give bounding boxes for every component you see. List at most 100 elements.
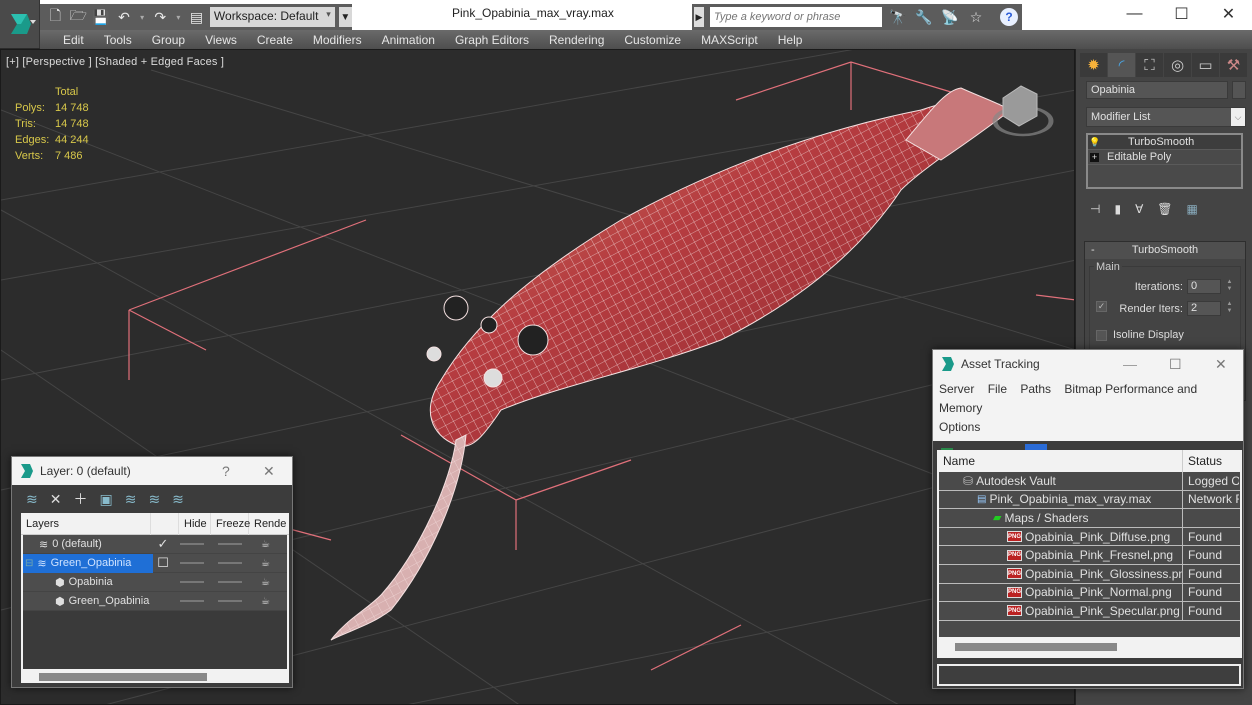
collapse-icon[interactable]: - (1091, 242, 1095, 259)
redo-dropdown-icon[interactable]: ▾ (174, 7, 183, 27)
menu-bitmap-performance[interactable]: Bitmap Performance and Memory (939, 382, 1197, 415)
new-layer-icon[interactable]: ≋ (26, 491, 38, 508)
render-teapot-icon[interactable]: ☕ (261, 596, 273, 607)
light-bulb-icon[interactable]: 💡 (1088, 137, 1102, 148)
close-button[interactable]: ✕ (1205, 0, 1252, 28)
menu-paths[interactable]: Paths (1020, 382, 1051, 396)
plus-icon[interactable]: + (1090, 152, 1099, 162)
column-status[interactable]: Status (1183, 454, 1222, 468)
create-icon[interactable]: ✹ (1080, 53, 1107, 77)
star-icon[interactable]: ☆ (966, 7, 986, 27)
object-color-swatch[interactable] (1232, 81, 1246, 99)
pin-stack-icon[interactable]: ⊣ (1090, 202, 1100, 216)
menu-edit[interactable]: Edit (53, 33, 94, 47)
undo-icon[interactable]: ↶ (115, 7, 134, 27)
current-layer-check-icon[interactable]: ✓ (153, 536, 173, 552)
layer-row[interactable]: ≋ 0 (default) ✓ ☕ (23, 535, 287, 554)
collapse-icon[interactable]: ⊟ (23, 558, 33, 569)
rollout-header[interactable]: - TurboSmooth (1085, 242, 1245, 259)
render-teapot-icon[interactable]: ☕ (261, 558, 273, 569)
configure-modifier-sets-icon[interactable]: ▦ (1187, 202, 1198, 216)
modifier-list-dropdown[interactable]: Modifier List ⌵ (1086, 107, 1246, 127)
hierarchy-icon[interactable]: ⛶ (1136, 53, 1163, 77)
close-button[interactable]: ✕ (263, 463, 275, 480)
new-file-icon[interactable]: 🗋 (46, 7, 65, 27)
isoline-display-checkbox[interactable] (1096, 329, 1107, 341)
render-iters-field[interactable]: 2 (1187, 301, 1221, 316)
column-hide[interactable]: Hide (179, 512, 211, 535)
freeze-toggle[interactable] (218, 600, 242, 602)
search-input[interactable] (710, 7, 882, 27)
column-layers[interactable]: Layers (21, 512, 151, 535)
project-folder-icon[interactable]: ▤ (187, 7, 206, 27)
minimize-button[interactable]: — (1123, 356, 1137, 372)
help-icon[interactable]: ? (1000, 8, 1018, 26)
select-layer-icon[interactable]: ≋ (125, 491, 137, 508)
menu-help[interactable]: Help (768, 33, 813, 47)
menu-customize[interactable]: Customize (614, 33, 691, 47)
asset-row[interactable]: ▤ Pink_Opabinia_max_vray.max Network F (939, 490, 1240, 510)
column-name[interactable]: Name (937, 450, 1183, 472)
undo-dropdown-icon[interactable]: ▾ (137, 7, 146, 27)
menu-maxscript[interactable]: MAXScript (691, 33, 768, 47)
viewport-label[interactable]: [+] [Perspective ] [Shaded + Edged Faces… (6, 56, 224, 68)
spinner-arrows-icon[interactable]: ▲ ▼ (1225, 301, 1234, 316)
column-freeze[interactable]: Freeze (211, 512, 250, 535)
hide-toggle[interactable] (180, 543, 204, 545)
menu-modifiers[interactable]: Modifiers (303, 33, 372, 47)
menu-rendering[interactable]: Rendering (539, 33, 614, 47)
binoculars-icon[interactable]: 🔭 (888, 7, 908, 27)
wrench-icon[interactable]: 🔧 (914, 7, 934, 27)
application-menu-button[interactable] (0, 0, 40, 48)
toolbar-options-icon[interactable]: ▼ (338, 7, 352, 27)
asset-row[interactable]: PNG Opabinia_Pink_Normal.png Found (939, 583, 1240, 603)
save-icon[interactable]: 💾 (92, 7, 111, 27)
layer-row[interactable]: ⊟ ≋ Green_Opabinia ☐ ☕ (23, 553, 287, 573)
spinner-arrows-icon[interactable]: ▲ ▼ (1225, 279, 1234, 294)
select-objects-icon[interactable]: ▣ (99, 491, 112, 508)
utilities-icon[interactable]: ⚒ (1220, 53, 1247, 77)
menu-create[interactable]: Create (247, 33, 303, 47)
menu-views[interactable]: Views (195, 33, 247, 47)
menu-animation[interactable]: Animation (372, 33, 445, 47)
opabinia-model[interactable] (330, 87, 1012, 641)
column-current[interactable] (151, 512, 179, 535)
dialog-title-bar[interactable]: Layer: 0 (default) ? ✕ (12, 457, 292, 485)
asset-row[interactable]: ⛁ Autodesk Vault Logged O (939, 471, 1240, 491)
remove-modifier-icon[interactable]: 🗑 (1157, 202, 1172, 216)
render-iters-checkbox[interactable]: ✓ (1096, 301, 1107, 312)
stack-item-editable-poly[interactable]: + Editable Poly (1088, 150, 1241, 165)
stack-item-turbosmooth[interactable]: 💡 TurboSmooth (1088, 135, 1241, 150)
freeze-toggle[interactable] (218, 543, 242, 545)
horizontal-scrollbar[interactable] (23, 671, 287, 683)
make-unique-icon[interactable]: ∀ (1135, 202, 1143, 216)
freeze-toggle[interactable] (218, 581, 242, 583)
dialog-title-bar[interactable]: Asset Tracking — ☐ ✕ (933, 350, 1243, 378)
scrollbar-thumb[interactable] (39, 673, 207, 681)
help-button[interactable]: ? (222, 463, 230, 479)
hide-toggle[interactable] (180, 562, 204, 564)
iterations-field[interactable]: 0 (1187, 279, 1221, 294)
modify-icon[interactable]: ◜ (1108, 53, 1135, 77)
redo-icon[interactable]: ↷ (151, 7, 170, 27)
open-folder-icon[interactable]: 🗁 (69, 7, 88, 27)
minimize-button[interactable]: — (1111, 0, 1158, 28)
horizontal-scrollbar[interactable] (939, 640, 1240, 654)
asset-row[interactable]: ▰ Maps / Shaders (939, 508, 1240, 528)
display-icon[interactable]: ▭ (1192, 53, 1219, 77)
object-row[interactable]: ⬢ Opabinia ☕ (23, 573, 287, 592)
menu-file[interactable]: File (988, 382, 1007, 396)
menu-server[interactable]: Server (939, 382, 974, 396)
show-end-result-icon[interactable]: ▮ (1114, 202, 1121, 216)
asset-row[interactable]: PNG Opabinia_Pink_Specular.png Found (939, 601, 1240, 621)
current-layer-checkbox[interactable]: ☐ (153, 555, 173, 571)
menu-tools[interactable]: Tools (94, 33, 142, 47)
render-teapot-icon[interactable]: ☕ (261, 539, 273, 550)
close-button[interactable]: ✕ (1215, 356, 1227, 373)
hide-freeze-all-icon[interactable]: ≋ (172, 491, 184, 508)
scrollbar-thumb[interactable] (955, 643, 1117, 651)
delete-layer-icon[interactable]: ✕ (50, 491, 62, 508)
maximize-button[interactable]: ☐ (1158, 0, 1205, 28)
hide-toggle[interactable] (180, 600, 204, 602)
hide-toggle[interactable] (180, 581, 204, 583)
